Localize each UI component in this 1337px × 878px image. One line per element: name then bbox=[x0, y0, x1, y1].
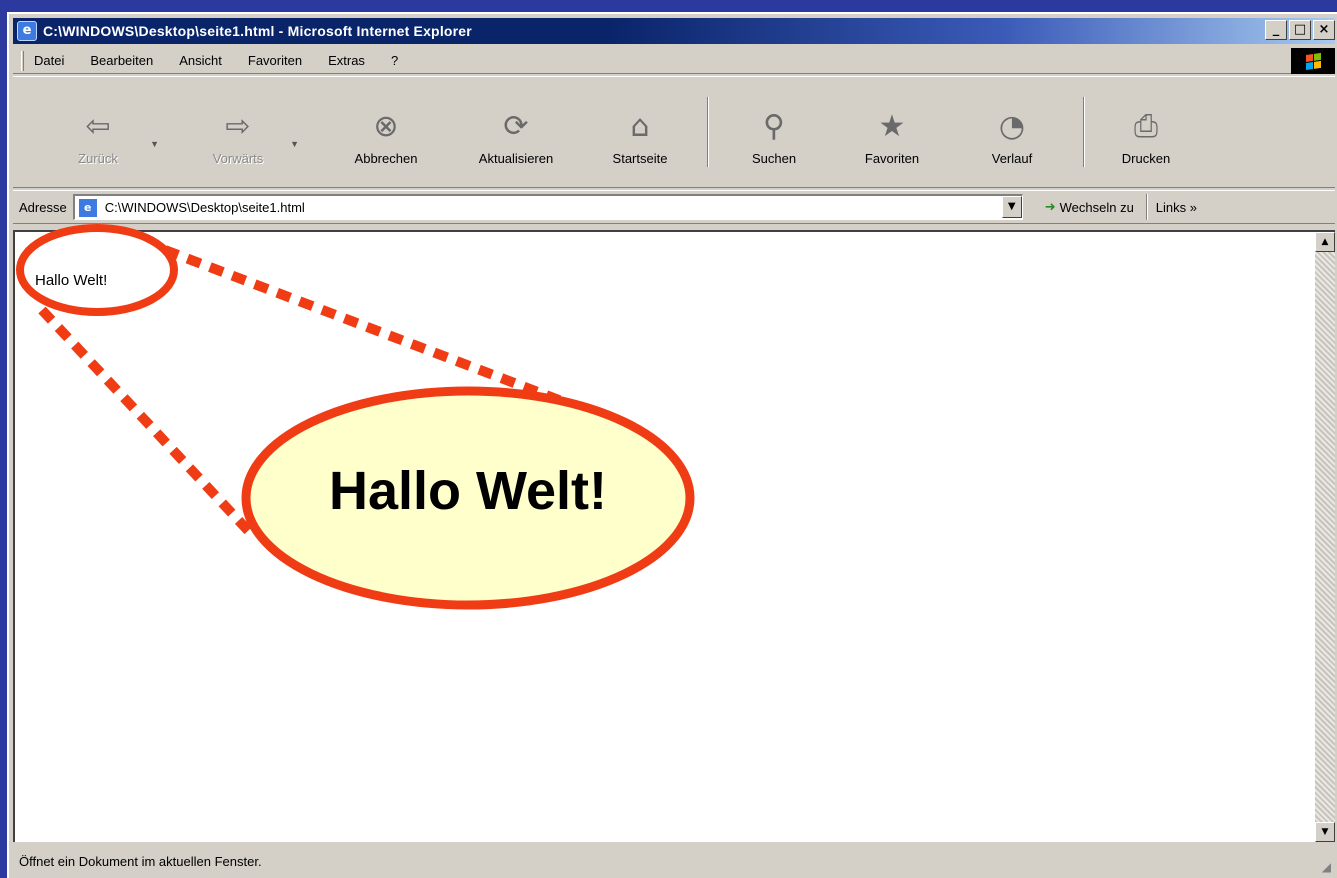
menu-datei[interactable]: Datei bbox=[34, 53, 64, 68]
ie-logo-icon: e bbox=[17, 21, 37, 41]
page-text: Hallo Welt! bbox=[35, 272, 108, 289]
print-button[interactable]: ⎙ Drucken bbox=[1091, 107, 1201, 167]
forward-label: Vorwärts bbox=[212, 151, 264, 166]
minimize-button[interactable]: _ bbox=[1265, 20, 1287, 40]
address-label: Adresse bbox=[19, 199, 67, 215]
go-button[interactable]: ➜ Wechseln zu bbox=[1045, 200, 1134, 215]
home-label: Startseite bbox=[612, 151, 668, 166]
address-separator bbox=[1145, 194, 1148, 220]
forward-arrow-icon: ⇨ bbox=[225, 108, 251, 144]
maximize-button[interactable]: □ bbox=[1289, 20, 1311, 40]
back-dropdown-icon[interactable]: ▼ bbox=[150, 139, 159, 149]
page-content: Hallo Welt! ▲ ▼ bbox=[13, 230, 1335, 842]
address-dropdown-button[interactable]: ▼ bbox=[1001, 196, 1022, 218]
toolbar-separator bbox=[1083, 97, 1085, 167]
search-button[interactable]: ⚲ Suchen bbox=[719, 107, 829, 167]
resize-grip-icon[interactable]: ◢ bbox=[1322, 860, 1331, 874]
favorites-folder-icon: ★ bbox=[878, 108, 906, 144]
go-arrow-icon: ➜ bbox=[1044, 199, 1056, 215]
address-value[interactable]: C:\WINDOWS\Desktop\seite1.html bbox=[105, 200, 305, 215]
back-button[interactable]: ⇦ Zurück ▼ bbox=[43, 107, 159, 167]
window-title: C:\WINDOWS\Desktop\seite1.html - Microso… bbox=[43, 23, 472, 39]
menu-ansicht[interactable]: Ansicht bbox=[179, 53, 222, 68]
history-button[interactable]: ◔ Verlauf bbox=[957, 107, 1067, 167]
menu-bearbeiten[interactable]: Bearbeiten bbox=[90, 53, 153, 68]
home-button[interactable]: ⌂ Startseite bbox=[585, 107, 695, 167]
scroll-up-button[interactable]: ▲ bbox=[1315, 232, 1335, 252]
window-controls: _ □ × bbox=[1265, 20, 1335, 40]
toolbar-separator bbox=[707, 97, 709, 167]
stop-label: Abbrechen bbox=[354, 151, 418, 166]
history-label: Verlauf bbox=[991, 151, 1033, 166]
status-bar: Öffnet ein Dokument im aktuellen Fenster… bbox=[13, 846, 1335, 876]
search-icon: ⚲ bbox=[763, 108, 785, 144]
windows-logo-icon bbox=[1291, 48, 1335, 74]
printer-icon: ⎙ bbox=[1134, 108, 1158, 144]
browser-window: e C:\WINDOWS\Desktop\seite1.html - Micro… bbox=[7, 12, 1337, 878]
go-label: Wechseln zu bbox=[1059, 199, 1134, 215]
callout-text: Hallo Welt! bbox=[328, 461, 607, 521]
search-label: Suchen bbox=[751, 151, 797, 166]
home-icon: ⌂ bbox=[630, 108, 650, 144]
refresh-label: Aktualisieren bbox=[478, 151, 554, 166]
back-arrow-icon: ⇦ bbox=[85, 108, 111, 144]
stop-button[interactable]: ⊗ Abbrechen bbox=[331, 107, 441, 167]
close-button[interactable]: × bbox=[1313, 20, 1335, 40]
menu-extras[interactable]: Extras bbox=[328, 53, 365, 68]
page-icon: e bbox=[78, 198, 97, 217]
menu-help[interactable]: ? bbox=[391, 53, 398, 68]
refresh-icon: ⟳ bbox=[503, 108, 529, 144]
menu-favoriten[interactable]: Favoriten bbox=[248, 53, 302, 68]
print-label: Drucken bbox=[1121, 151, 1171, 166]
vertical-scrollbar[interactable]: ▲ ▼ bbox=[1315, 232, 1335, 842]
title-bar[interactable]: e C:\WINDOWS\Desktop\seite1.html - Micro… bbox=[13, 18, 1335, 44]
address-input[interactable]: e C:\WINDOWS\Desktop\seite1.html ▼ bbox=[72, 194, 1023, 220]
history-icon: ◔ bbox=[998, 108, 1026, 144]
forward-dropdown-icon[interactable]: ▼ bbox=[290, 139, 299, 149]
scroll-down-button[interactable]: ▼ bbox=[1315, 822, 1335, 842]
address-bar: Adresse e C:\WINDOWS\Desktop\seite1.html… bbox=[13, 190, 1335, 224]
forward-button[interactable]: ⇨ Vorwärts ▼ bbox=[183, 107, 299, 167]
favorites-label: Favoriten bbox=[864, 151, 920, 166]
back-label: Zurück bbox=[78, 151, 118, 166]
menu-grip[interactable] bbox=[21, 50, 24, 71]
links-button[interactable]: Links » bbox=[1156, 200, 1197, 215]
stop-icon: ⊗ bbox=[373, 108, 399, 144]
refresh-button[interactable]: ⟳ Aktualisieren bbox=[461, 107, 571, 167]
standard-toolbar: ⇦ Zurück ▼ ⇨ Vorwärts ▼ ⊗ Abbrechen ⟳ Ak… bbox=[13, 76, 1335, 188]
favorites-button[interactable]: ★ Favoriten bbox=[837, 107, 947, 167]
menu-bar: Datei Bearbeiten Ansicht Favoriten Extra… bbox=[13, 48, 1335, 74]
status-text: Öffnet ein Dokument im aktuellen Fenster… bbox=[19, 853, 262, 869]
